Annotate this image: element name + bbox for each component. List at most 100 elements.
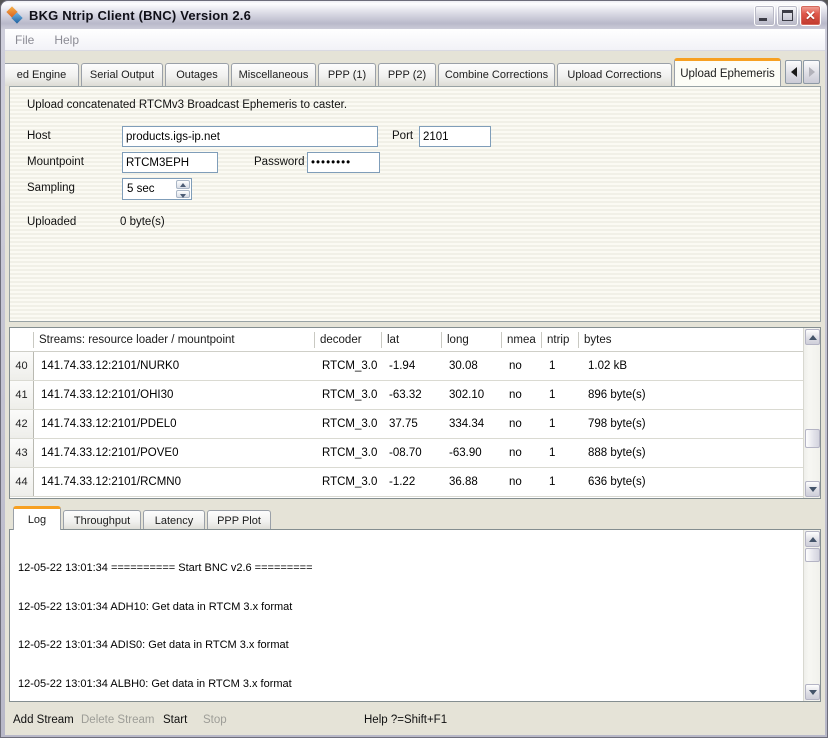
arrow-up-icon: [809, 537, 817, 542]
stop-button: Stop: [203, 714, 227, 726]
window-title: BKG Ntrip Client (BNC) Version 2.6: [29, 8, 251, 23]
cell-bytes: 888 byte(s): [579, 447, 803, 459]
scrollbar-thumb[interactable]: [805, 429, 820, 448]
tab-upload-corrections[interactable]: Upload Corrections: [557, 63, 672, 86]
start-button[interactable]: Start: [163, 714, 187, 726]
close-button[interactable]: ✕: [800, 5, 821, 26]
header-corner: [10, 332, 34, 348]
help-hint: Help ?=Shift+F1: [364, 714, 447, 726]
cell-bytes: 1.02 kB: [579, 360, 803, 372]
tab-outages[interactable]: Outages: [165, 63, 229, 86]
log-tab-bar: Log Throughput Latency PPP Plot: [9, 506, 821, 530]
header-long[interactable]: long: [442, 332, 502, 348]
cell-ntrip: 1: [542, 389, 579, 401]
chevron-right-icon: [809, 67, 815, 77]
header-lat[interactable]: lat: [382, 332, 442, 348]
mountpoint-input[interactable]: [122, 152, 218, 173]
arrow-up-icon: [809, 335, 817, 340]
header-decoder[interactable]: decoder: [315, 332, 382, 348]
cell-bytes: 798 byte(s): [579, 418, 803, 430]
scroll-down-button[interactable]: [805, 481, 820, 497]
scroll-up-button[interactable]: [805, 531, 820, 547]
tab-feed-engine[interactable]: ed Engine: [5, 63, 79, 86]
log-panel[interactable]: 12-05-22 13:01:34 ========== Start BNC v…: [9, 529, 821, 702]
log-line: 12-05-22 13:01:34 ========== Start BNC v…: [18, 562, 800, 575]
cell-mountpoint: 141.74.33.12:2101/NURK0: [34, 360, 315, 372]
tab-miscellaneous[interactable]: Miscellaneous: [231, 63, 316, 86]
menu-bar: File Help: [5, 29, 825, 51]
port-label: Port: [392, 130, 413, 142]
mountpoint-label: Mountpoint: [27, 156, 84, 168]
cell-ntrip: 1: [542, 476, 579, 488]
sampling-up-button[interactable]: [176, 180, 190, 189]
minimize-button[interactable]: [754, 5, 775, 26]
row-number: 42: [10, 410, 34, 438]
tab-ppp-2[interactable]: PPP (2): [378, 63, 436, 86]
header-bytes[interactable]: bytes: [579, 332, 803, 348]
menu-help[interactable]: Help: [44, 33, 89, 47]
row-number: 40: [10, 352, 34, 380]
minimize-icon: [759, 18, 767, 21]
tab-latency[interactable]: Latency: [143, 510, 205, 530]
cell-mountpoint: 141.74.33.12:2101/POVE0: [34, 447, 315, 459]
password-label: Password: [254, 156, 305, 168]
arrow-down-icon: [809, 487, 817, 492]
table-row[interactable]: 42 141.74.33.12:2101/PDEL0 RTCM_3.0 37.7…: [10, 410, 803, 439]
row-number: 44: [10, 468, 34, 496]
menu-file[interactable]: File: [5, 33, 44, 47]
tab-combine-corrections[interactable]: Combine Corrections: [438, 63, 555, 86]
tab-ppp-plot[interactable]: PPP Plot: [207, 510, 271, 530]
row-number: 43: [10, 439, 34, 467]
tab-throughput[interactable]: Throughput: [63, 510, 141, 530]
header-nmea[interactable]: nmea: [502, 332, 542, 348]
streams-scrollbar[interactable]: [803, 328, 820, 498]
cell-lat: -63.32: [382, 389, 442, 401]
password-input[interactable]: [307, 152, 380, 173]
scrollbar-thumb[interactable]: [805, 548, 820, 562]
cell-long: 302.10: [442, 389, 502, 401]
add-stream-button[interactable]: Add Stream: [13, 714, 74, 726]
row-number: 41: [10, 381, 34, 409]
cell-mountpoint: 141.74.33.12:2101/RCMN0: [34, 476, 315, 488]
sampling-value: 5 sec: [123, 183, 175, 195]
sampling-spinner[interactable]: 5 sec: [122, 178, 192, 200]
port-input[interactable]: [419, 126, 491, 147]
sampling-down-button[interactable]: [176, 190, 190, 199]
cell-nmea: no: [502, 476, 542, 488]
tab-scroll-right-button[interactable]: [803, 60, 820, 84]
table-row[interactable]: 43 141.74.33.12:2101/POVE0 RTCM_3.0 -08.…: [10, 439, 803, 468]
maximize-button[interactable]: [777, 5, 798, 26]
log-text: 12-05-22 13:01:34 ========== Start BNC v…: [18, 536, 800, 702]
tab-serial-output[interactable]: Serial Output: [81, 63, 163, 86]
title-bar[interactable]: BKG Ntrip Client (BNC) Version 2.6 ✕: [1, 1, 827, 29]
cell-mountpoint: 141.74.33.12:2101/OHI30: [34, 389, 315, 401]
cell-bytes: 636 byte(s): [579, 476, 803, 488]
table-row[interactable]: 44 141.74.33.12:2101/RCMN0 RTCM_3.0 -1.2…: [10, 468, 803, 497]
scroll-up-button[interactable]: [805, 329, 820, 345]
main-tab-bar: ed Engine Serial Output Outages Miscella…: [5, 57, 825, 86]
tab-ppp-1[interactable]: PPP (1): [318, 63, 376, 86]
host-input[interactable]: [122, 126, 378, 147]
cell-lat: 37.75: [382, 418, 442, 430]
tab-upload-ephemeris[interactable]: Upload Ephemeris: [674, 58, 781, 86]
tab-log[interactable]: Log: [13, 506, 61, 530]
header-ntrip[interactable]: ntrip: [542, 332, 579, 348]
cell-decoder: RTCM_3.0: [315, 476, 382, 488]
table-row[interactable]: 40 141.74.33.12:2101/NURK0 RTCM_3.0 -1.9…: [10, 352, 803, 381]
tab-scroll-left-button[interactable]: [785, 60, 802, 84]
cell-decoder: RTCM_3.0: [315, 447, 382, 459]
cell-ntrip: 1: [542, 447, 579, 459]
header-streams[interactable]: Streams: resource loader / mountpoint: [34, 332, 315, 348]
table-row[interactable]: 41 141.74.33.12:2101/OHI30 RTCM_3.0 -63.…: [10, 381, 803, 410]
pane-description: Upload concatenated RTCMv3 Broadcast Eph…: [27, 99, 347, 111]
cell-long: -63.90: [442, 447, 502, 459]
log-scrollbar[interactable]: [803, 530, 820, 701]
arrow-down-icon: [809, 690, 817, 695]
cell-lat: -08.70: [382, 447, 442, 459]
client-area: File Help ed Engine Serial Output Outage…: [5, 29, 825, 735]
cell-mountpoint: 141.74.33.12:2101/PDEL0: [34, 418, 315, 430]
scroll-down-button[interactable]: [805, 684, 820, 700]
cell-lat: -1.22: [382, 476, 442, 488]
cell-bytes: 896 byte(s): [579, 389, 803, 401]
cell-decoder: RTCM_3.0: [315, 418, 382, 430]
